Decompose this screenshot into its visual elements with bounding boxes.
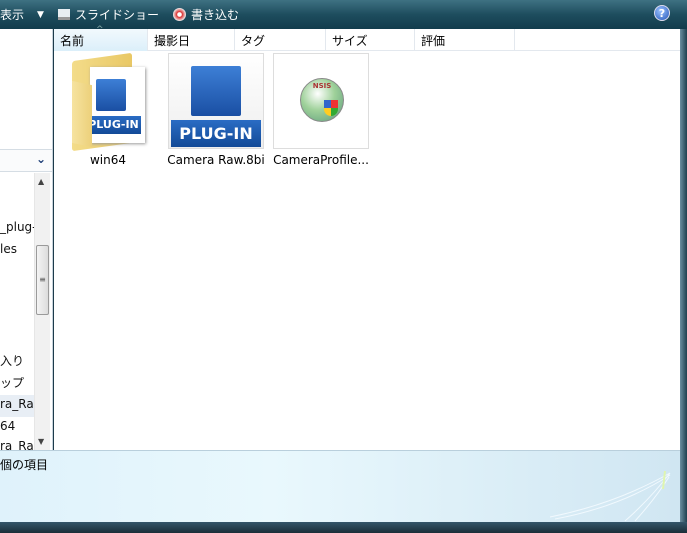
chevron-down-icon: ⌄ bbox=[35, 152, 46, 166]
nav-item[interactable]: 入り bbox=[0, 352, 24, 369]
view-label: 表示 bbox=[0, 8, 25, 22]
file-item-cameraprofiles[interactable]: NSIS CameraProfile... bbox=[272, 53, 370, 167]
view-button[interactable]: 表示 ▼ bbox=[0, 6, 44, 23]
scroll-up-icon[interactable]: ▲ bbox=[38, 177, 44, 186]
nav-scrollbar[interactable]: ▲ ≡ ▼ bbox=[34, 173, 50, 450]
file-item-win64[interactable]: PLUG-IN win64 bbox=[59, 52, 157, 167]
nav-item[interactable]: _plug- bbox=[0, 220, 37, 234]
nav-item-selected[interactable]: ra_Ra bbox=[0, 395, 34, 417]
nav-item[interactable]: ra_Ra bbox=[0, 439, 34, 450]
column-rating[interactable]: 評価 bbox=[415, 29, 515, 51]
file-name: CameraProfile... bbox=[273, 153, 369, 167]
burn-button[interactable]: 書き込む bbox=[172, 6, 239, 23]
slideshow-button[interactable]: スライドショー bbox=[57, 6, 159, 23]
folders-dropdown[interactable]: ⌄ bbox=[0, 149, 52, 172]
chevron-down-icon: ▼ bbox=[37, 9, 44, 20]
item-count: 個の項目 bbox=[0, 458, 49, 472]
window-frame-bottom bbox=[0, 522, 687, 533]
plugin-icon: PLUG-IN bbox=[168, 53, 264, 149]
nav-item[interactable]: 64 bbox=[0, 419, 15, 433]
window-frame bbox=[680, 29, 687, 533]
scroll-down-icon[interactable]: ▼ bbox=[38, 437, 44, 446]
file-list: 名前 ^ 撮影日 タグ サイズ 評価 PLUG-IN win64 PLUG-IN … bbox=[54, 25, 680, 450]
burn-disc-icon bbox=[172, 8, 186, 21]
scrollbar-thumb[interactable]: ≡ bbox=[36, 245, 49, 315]
slideshow-icon bbox=[57, 9, 70, 20]
file-name: win64 bbox=[89, 153, 127, 167]
column-name[interactable]: 名前 ^ bbox=[54, 25, 148, 51]
navigation-pane: ⌄ _plug- les 入り ップ ra_Ra 64 ra_Ra ▲ ≡ ▼ bbox=[0, 29, 53, 450]
file-name: Camera Raw.8bi bbox=[167, 153, 265, 167]
nav-item[interactable]: ップ bbox=[0, 374, 24, 391]
plugin-badge: PLUG-IN bbox=[171, 120, 261, 147]
column-header: 名前 ^ 撮影日 タグ サイズ 評価 bbox=[54, 25, 680, 51]
nsis-installer-icon: NSIS bbox=[273, 53, 369, 149]
details-pane: 個の項目 bbox=[0, 450, 680, 522]
nav-item[interactable]: les bbox=[0, 242, 17, 256]
decorative-swoosh-icon bbox=[549, 470, 671, 522]
nsis-badge: NSIS bbox=[312, 82, 332, 90]
folder-plugin-icon: PLUG-IN bbox=[60, 52, 156, 152]
column-name-label: 名前 bbox=[60, 34, 85, 48]
slideshow-label: スライドショー bbox=[74, 8, 159, 22]
column-size[interactable]: サイズ bbox=[326, 29, 415, 51]
plugin-badge: PLUG-IN bbox=[86, 116, 141, 134]
help-icon[interactable]: ? bbox=[654, 5, 670, 21]
column-tags[interactable]: タグ bbox=[235, 29, 326, 51]
sort-ascending-icon: ^ bbox=[96, 25, 104, 35]
file-item-camera-raw[interactable]: PLUG-IN Camera Raw.8bi bbox=[167, 53, 265, 167]
burn-label: 書き込む bbox=[190, 8, 239, 22]
column-date[interactable]: 撮影日 bbox=[148, 29, 235, 51]
